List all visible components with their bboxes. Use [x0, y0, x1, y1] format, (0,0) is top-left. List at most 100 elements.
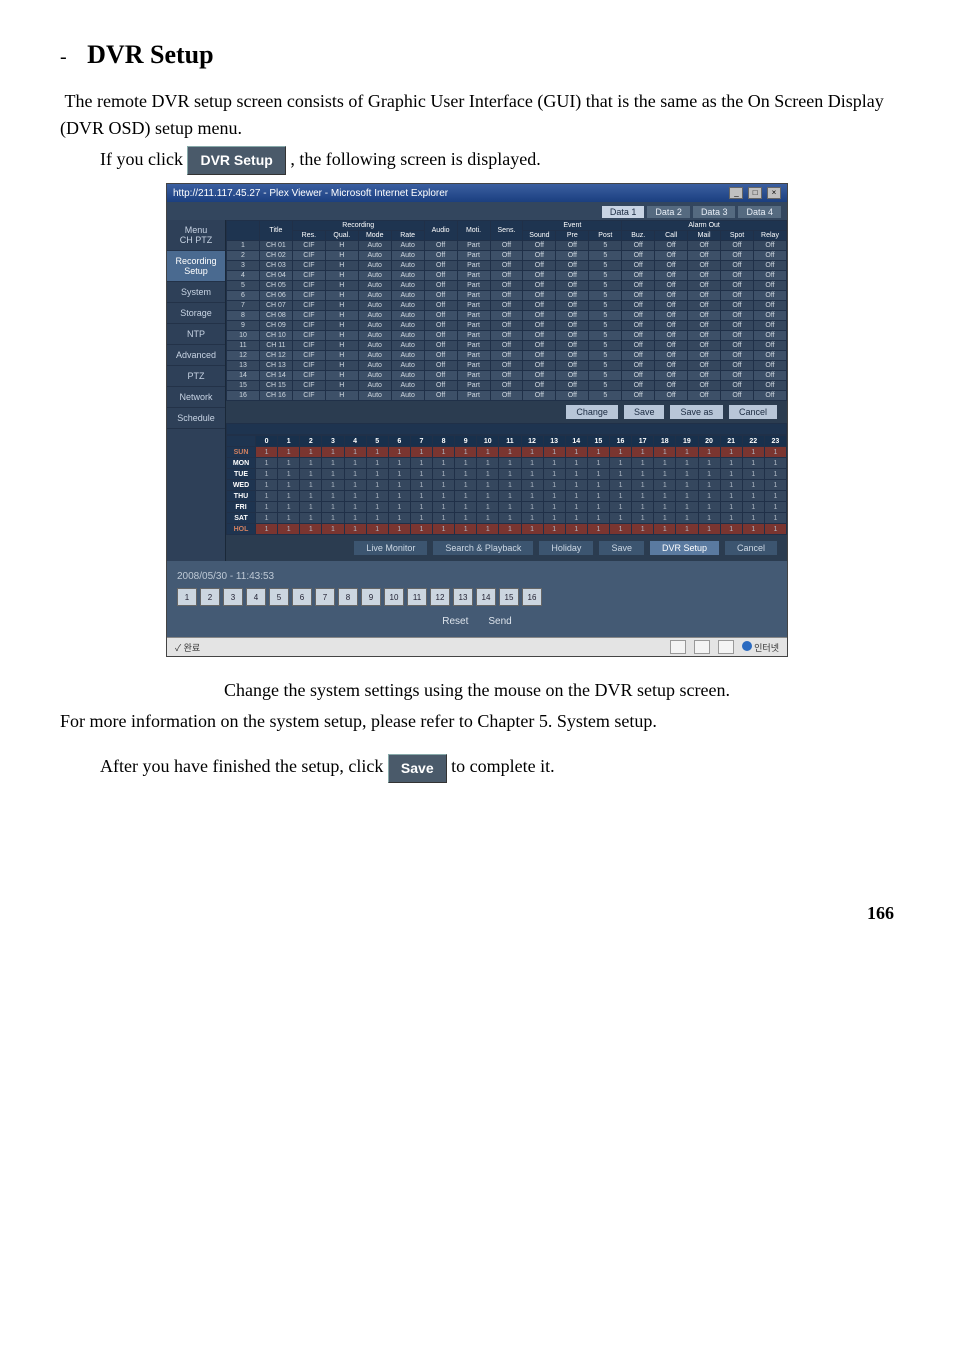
cancel-button-bottom[interactable]: Cancel — [725, 541, 777, 555]
schedule-table — [226, 423, 787, 435]
side-ntp[interactable]: NTP — [167, 324, 225, 345]
side-storage[interactable]: Storage — [167, 303, 225, 324]
schedule-row: MON111111111111111111111111 — [227, 458, 787, 469]
channel-button[interactable]: 11 — [407, 588, 427, 606]
channel-button[interactable]: 6 — [292, 588, 312, 606]
channel-button[interactable]: 16 — [522, 588, 542, 606]
table-row[interactable]: 1CH 01CIFHAutoAutoOffPartOffOffOff5OffOf… — [227, 241, 787, 251]
if-click-line: If you click DVR Setup , the following s… — [60, 146, 894, 175]
schedule-row: TUE111111111111111111111111 — [227, 469, 787, 480]
table-row[interactable]: 13CH 13CIFHAutoAutoOffPartOffOffOff5OffO… — [227, 361, 787, 371]
channel-button[interactable]: 1 — [177, 588, 197, 606]
change-button[interactable]: Change — [566, 405, 618, 419]
table-row[interactable]: 14CH 14CIFHAutoAutoOffPartOffOffOff5OffO… — [227, 371, 787, 381]
globe-icon — [742, 641, 752, 651]
table-row[interactable]: 5CH 05CIFHAutoAutoOffPartOffOffOff5OffOf… — [227, 281, 787, 291]
channel-button[interactable]: 12 — [430, 588, 450, 606]
internet-zone: 인터넷 — [742, 641, 779, 654]
save-as-button[interactable]: Save as — [670, 405, 723, 419]
table-row[interactable]: 16CH 16CIFHAutoAutoOffPartOffOffOff5OffO… — [227, 391, 787, 401]
side-advanced[interactable]: Advanced — [167, 345, 225, 366]
channel-button[interactable]: 5 — [269, 588, 289, 606]
channel-button[interactable]: 10 — [384, 588, 404, 606]
channel-button[interactable]: 2 — [200, 588, 220, 606]
table-row[interactable]: 12CH 12CIFHAutoAutoOffPartOffOffOff5OffO… — [227, 351, 787, 361]
channel-button[interactable]: 3 — [223, 588, 243, 606]
side-schedule[interactable]: Schedule — [167, 408, 225, 429]
save-button[interactable]: Save — [388, 754, 447, 783]
holiday-button[interactable]: Holiday — [539, 541, 593, 555]
colgroup-event: Event — [523, 221, 622, 231]
table-row[interactable]: 6CH 06CIFHAutoAutoOffPartOffOffOff5OffOf… — [227, 291, 787, 301]
dvr-setup-button[interactable]: DVR Setup — [187, 146, 285, 175]
status-box-3 — [718, 640, 734, 654]
bottom-button-row: Live Monitor Search & Playback Holiday S… — [226, 535, 787, 561]
channel-button[interactable]: 4 — [246, 588, 266, 606]
table-row[interactable]: 8CH 08CIFHAutoAutoOffPartOffOffOff5OffOf… — [227, 311, 787, 321]
data-tab-4[interactable]: Data 4 — [738, 206, 781, 218]
dvr-setup-button-bottom[interactable]: DVR Setup — [650, 541, 719, 555]
send-button[interactable]: Send — [488, 616, 511, 627]
side-system[interactable]: System — [167, 282, 225, 303]
bullet-dash: - — [60, 46, 67, 68]
finish-line: After you have finished the setup, click… — [60, 753, 894, 782]
recording-table: Title Recording Audio Moti. Sens. Event … — [226, 220, 787, 401]
reset-button[interactable]: Reset — [442, 616, 468, 627]
change-settings-text: Change the system settings using the mou… — [60, 677, 894, 704]
channel-button[interactable]: 15 — [499, 588, 519, 606]
schedule-grid: 01234567891011121314151617181920212223SU… — [226, 435, 787, 535]
schedule-row: WED111111111111111111111111 — [227, 480, 787, 491]
table-row[interactable]: 7CH 07CIFHAutoAutoOffPartOffOffOff5OffOf… — [227, 301, 787, 311]
data-tab-2[interactable]: Data 2 — [647, 206, 690, 218]
browser-title: http://211.117.45.27 - Plex Viewer - Mic… — [173, 188, 448, 199]
table-row[interactable]: 10CH 10CIFHAutoAutoOffPartOffOffOff5OffO… — [227, 331, 787, 341]
dvr-setup-screenshot: http://211.117.45.27 - Plex Viewer - Mic… — [166, 183, 788, 657]
data-tab-3[interactable]: Data 3 — [693, 206, 736, 218]
page-number: 166 — [60, 903, 894, 924]
side-ptz[interactable]: PTZ — [167, 366, 225, 387]
channel-button[interactable]: 7 — [315, 588, 335, 606]
cancel-button-grid[interactable]: Cancel — [729, 405, 777, 419]
status-box-1 — [670, 640, 686, 654]
col-audio: Audio — [424, 221, 457, 241]
search-playback-button[interactable]: Search & Playback — [433, 541, 533, 555]
data-tabs-row: Data 1 Data 2 Data 3 Data 4 — [167, 202, 787, 220]
status-done-icon: ✓ 완료 — [175, 641, 200, 654]
side-menu-header: MenuCH PTZ — [167, 220, 225, 251]
col-sens: Sens. — [490, 221, 523, 241]
section-heading: - DVR Setup — [60, 40, 894, 70]
window-buttons: _ □ × — [727, 187, 781, 199]
table-row[interactable]: 9CH 09CIFHAutoAutoOffPartOffOffOff5OffOf… — [227, 321, 787, 331]
side-network[interactable]: Network — [167, 387, 225, 408]
table-row[interactable]: 2CH 02CIFHAutoAutoOffPartOffOffOff5OffOf… — [227, 251, 787, 261]
close-icon[interactable]: × — [767, 187, 781, 199]
more-info-text: For more information on the system setup… — [60, 708, 894, 735]
maximize-icon[interactable]: □ — [748, 187, 762, 199]
save-button-grid[interactable]: Save — [624, 405, 665, 419]
status-bar: ✓ 완료 인터넷 — [167, 637, 787, 656]
schedule-row: SAT111111111111111111111111 — [227, 513, 787, 524]
table-row[interactable]: 11CH 11CIFHAutoAutoOffPartOffOffOff5OffO… — [227, 341, 787, 351]
side-menu: MenuCH PTZ Recording Setup System Storag… — [167, 220, 226, 561]
side-recording-setup[interactable]: Recording Setup — [167, 251, 225, 282]
save-button-bottom[interactable]: Save — [599, 541, 644, 555]
table-row[interactable]: 4CH 04CIFHAutoAutoOffPartOffOffOff5OffOf… — [227, 271, 787, 281]
channel-button[interactable]: 8 — [338, 588, 358, 606]
status-box-2 — [694, 640, 710, 654]
schedule-row: HOL111111111111111111111111 — [227, 524, 787, 535]
lower-panel: 2008/05/30 - 11:43:53 123456789101112131… — [167, 561, 787, 637]
heading-text: DVR Setup — [87, 40, 213, 69]
channel-button[interactable]: 9 — [361, 588, 381, 606]
schedule-row: SUN111111111111111111111111 — [227, 447, 787, 458]
minimize-icon[interactable]: _ — [729, 187, 743, 199]
table-row[interactable]: 3CH 03CIFHAutoAutoOffPartOffOffOff5OffOf… — [227, 261, 787, 271]
data-tab-1[interactable]: Data 1 — [602, 206, 645, 218]
channel-button[interactable]: 14 — [476, 588, 496, 606]
channel-button[interactable]: 13 — [453, 588, 473, 606]
browser-titlebar: http://211.117.45.27 - Plex Viewer - Mic… — [167, 184, 787, 202]
live-monitor-button[interactable]: Live Monitor — [354, 541, 427, 555]
table-row[interactable]: 15CH 15CIFHAutoAutoOffPartOffOffOff5OffO… — [227, 381, 787, 391]
colgroup-alarmout: Alarm Out — [622, 221, 787, 231]
timestamp: 2008/05/30 - 11:43:53 — [177, 571, 777, 582]
col-moti: Moti. — [457, 221, 490, 241]
